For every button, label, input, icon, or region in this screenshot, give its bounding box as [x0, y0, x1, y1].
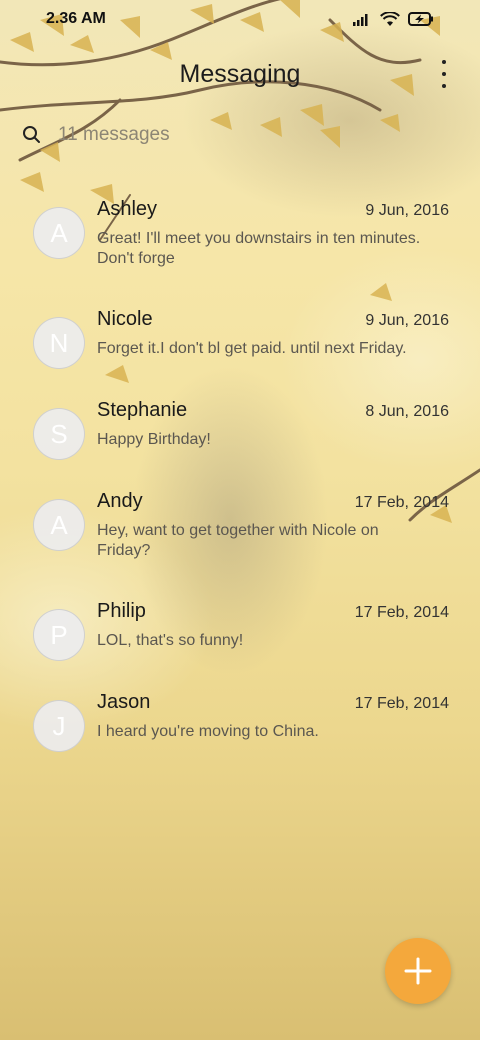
- search-bar[interactable]: 11 messages: [22, 124, 170, 146]
- battery-charging-icon: [408, 12, 433, 26]
- conversation-item-nicole[interactable]: N Nicole 9 Jun, 2016 Forget it.I don't b…: [0, 288, 480, 379]
- message-snippet: LOL, that's so funny!: [97, 632, 244, 649]
- search-placeholder: 11 messages: [58, 124, 170, 145]
- conversation-item-andy[interactable]: A Andy 17 Feb, 2014 Hey, want to get tog…: [0, 470, 480, 580]
- message-snippet: Great! I'll meet you downstairs in ten m…: [97, 230, 421, 267]
- message-snippet: I heard you're moving to China.: [97, 723, 319, 740]
- message-snippet: Hey, want to get together with Nicole on…: [97, 522, 379, 559]
- contact-name: Nicole: [97, 308, 153, 330]
- status-bar: 2.36 AM: [0, 0, 480, 38]
- more-vert-icon: [442, 60, 446, 64]
- contact-name: Philip: [97, 600, 146, 622]
- conversation-item-stephanie[interactable]: S Stephanie 8 Jun, 2016 Happy Birthday!: [0, 379, 480, 470]
- conversation-item-philip[interactable]: P Philip 17 Feb, 2014 LOL, that's so fun…: [0, 580, 480, 671]
- page-title: Messaging: [179, 59, 301, 88]
- status-icons: [352, 11, 434, 27]
- message-date: 9 Jun, 2016: [365, 202, 449, 219]
- message-date: 8 Jun, 2016: [365, 403, 449, 420]
- avatar: A: [33, 499, 85, 551]
- avatar: N: [33, 317, 85, 369]
- message-date: 17 Feb, 2014: [354, 604, 449, 621]
- search-icon: [23, 126, 40, 143]
- message-date: 17 Feb, 2014: [354, 494, 449, 511]
- more-options-button[interactable]: [432, 60, 456, 88]
- signal-icon: [353, 14, 368, 26]
- status-time: 2.36 AM: [46, 10, 106, 27]
- conversation-list: A Ashley 9 Jun, 2016 Great! I'll meet yo…: [0, 178, 480, 762]
- message-date: 17 Feb, 2014: [354, 695, 449, 712]
- message-date: 9 Jun, 2016: [365, 312, 449, 329]
- contact-name: Ashley: [97, 198, 158, 220]
- app-bar: Messaging: [0, 44, 480, 104]
- conversation-item-ashley[interactable]: A Ashley 9 Jun, 2016 Great! I'll meet yo…: [0, 178, 480, 288]
- avatar: P: [33, 609, 85, 661]
- message-snippet: Forget it.I don't bl get paid. until nex…: [97, 340, 407, 357]
- contact-name: Andy: [97, 490, 143, 512]
- contact-name: Stephanie: [97, 399, 188, 421]
- new-message-button[interactable]: [385, 938, 451, 1004]
- message-snippet: Happy Birthday!: [97, 431, 211, 448]
- contact-name: Jason: [97, 691, 151, 713]
- plus-icon: [404, 957, 432, 985]
- avatar: A: [33, 207, 85, 259]
- wifi-icon: [380, 11, 400, 26]
- avatar: S: [33, 408, 85, 460]
- avatar: J: [33, 700, 85, 752]
- conversation-item-jason[interactable]: J Jason 17 Feb, 2014 I heard you're movi…: [0, 671, 480, 762]
